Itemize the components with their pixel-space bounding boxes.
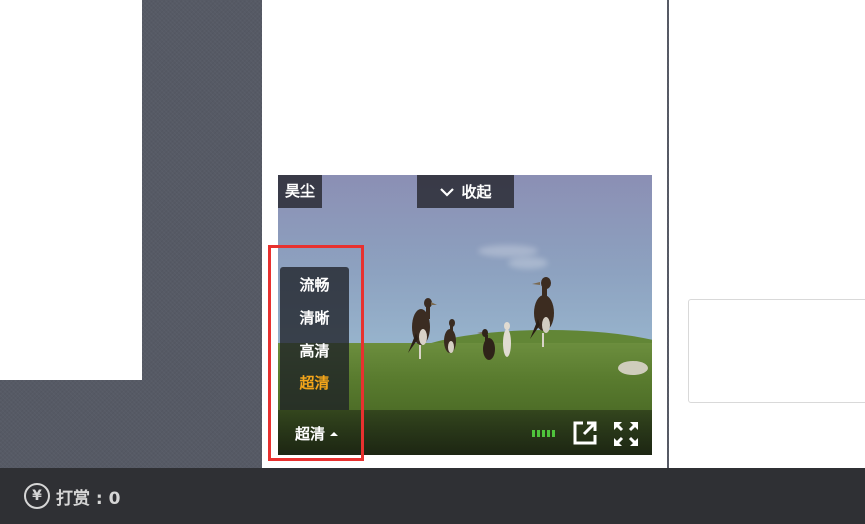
video-frame-rock bbox=[618, 361, 648, 375]
bird-image bbox=[530, 277, 554, 347]
caret-up-icon bbox=[330, 431, 339, 436]
quality-toggle-button[interactable]: 超清 bbox=[295, 423, 339, 444]
volume-bar bbox=[532, 430, 535, 437]
volume-bar bbox=[542, 430, 545, 437]
yen-coin-icon: ¥ bbox=[24, 483, 50, 509]
quality-menu: 流畅 清晰 高清 超清 bbox=[280, 267, 349, 410]
collapse-button[interactable]: 收起 bbox=[417, 175, 514, 208]
video-frame-cloud bbox=[478, 245, 538, 257]
quality-current-label: 超清 bbox=[295, 425, 326, 443]
bird-image bbox=[408, 298, 437, 359]
quality-option-hd[interactable]: 高清 bbox=[280, 340, 349, 361]
comment-input-box[interactable] bbox=[688, 299, 865, 403]
video-frame-cloud bbox=[508, 257, 548, 269]
reward-label: 打赏 : 0 bbox=[56, 488, 121, 509]
volume-control[interactable] bbox=[532, 430, 555, 437]
volume-bar bbox=[537, 430, 540, 437]
fullscreen-icon[interactable] bbox=[611, 419, 641, 449]
bottom-toolbar: ¥ 打赏 : 0 bbox=[0, 468, 865, 524]
reward-button[interactable]: ¥ 打赏 : 0 bbox=[24, 483, 120, 509]
quality-option-smooth[interactable]: 流畅 bbox=[280, 274, 349, 295]
left-content-block bbox=[0, 0, 142, 380]
bird-image bbox=[444, 319, 456, 353]
chevron-down-icon bbox=[440, 187, 455, 197]
bird-image bbox=[503, 322, 511, 357]
video-author-tag: 昊尘 bbox=[278, 175, 323, 208]
volume-bar bbox=[547, 430, 550, 437]
collapse-label: 收起 bbox=[461, 183, 492, 201]
video-control-bar: 超清 bbox=[278, 410, 652, 455]
popout-window-icon[interactable] bbox=[572, 420, 598, 446]
volume-bar bbox=[552, 430, 555, 437]
bird-image bbox=[477, 329, 495, 360]
quality-option-clear[interactable]: 清晰 bbox=[280, 307, 349, 328]
video-player[interactable]: 昊尘 收起 流畅 清晰 高清 超清 超清 bbox=[278, 175, 652, 455]
quality-option-ultra-hd[interactable]: 超清 bbox=[280, 372, 349, 393]
